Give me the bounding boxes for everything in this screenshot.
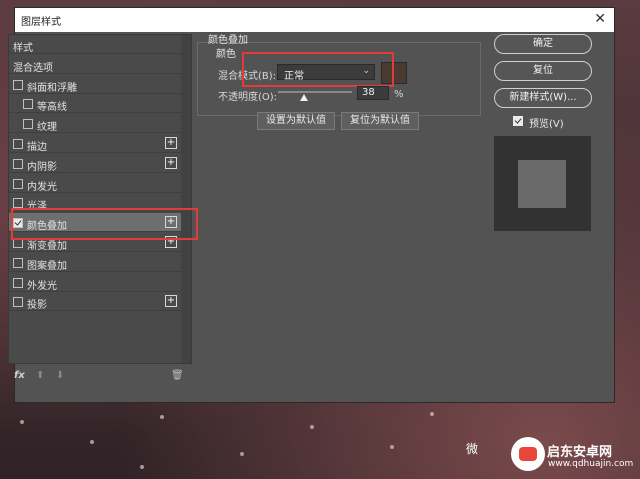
style-preview-swatch xyxy=(518,160,566,208)
add-effect-icon[interactable]: + xyxy=(165,295,177,308)
fx-icon[interactable]: fx xyxy=(14,370,25,381)
style-item-0[interactable]: 样式 xyxy=(9,35,181,54)
opacity-unit: % xyxy=(394,89,404,100)
style-checkbox[interactable] xyxy=(13,257,23,268)
style-checkbox[interactable] xyxy=(13,158,23,169)
style-item-label: 斜面和浮雕 xyxy=(27,82,77,94)
style-item-12[interactable]: 外发光 xyxy=(9,273,181,292)
water-droplet xyxy=(90,440,94,444)
styles-list-panel: 样式 混合选项 斜面和浮雕 等高线 纹理 描边 + 内阴影 + 内发光 光泽 颜色叠加 + 渐变叠加 + 图案… xyxy=(8,34,192,364)
water-droplet xyxy=(430,412,434,416)
style-checkbox[interactable] xyxy=(13,198,23,209)
ok-button[interactable]: 确定 xyxy=(494,34,592,54)
style-item-13[interactable]: 投影 + xyxy=(9,292,181,312)
style-item-3[interactable]: 等高线 xyxy=(9,94,181,114)
group-title: 颜色叠加 xyxy=(208,35,248,46)
style-item-label: 内阴影 xyxy=(27,161,57,173)
style-item-label: 图案叠加 xyxy=(27,260,67,272)
site-watermark: 启东安卓网 www.qdhuajin.com xyxy=(500,437,640,479)
style-item-label: 内发光 xyxy=(27,181,57,193)
highlight-box-style-item xyxy=(11,208,198,240)
dialog-title: 图层样式 xyxy=(21,17,61,28)
opacity-label: 不透明度(O): xyxy=(218,92,278,103)
reset-button[interactable]: 复位 xyxy=(494,61,592,81)
style-item-11[interactable]: 图案叠加 xyxy=(9,253,181,272)
style-item-4[interactable]: 纹理 xyxy=(9,114,181,134)
water-droplet xyxy=(310,425,314,429)
preview-checkbox[interactable] xyxy=(513,116,523,126)
style-item-label: 纹理 xyxy=(37,122,57,134)
watermark-url: www.qdhuajin.com xyxy=(548,459,634,469)
opacity-slider-track[interactable] xyxy=(278,91,352,93)
opacity-input[interactable]: 38 xyxy=(357,86,389,100)
trash-icon[interactable]: 🗑 xyxy=(171,370,184,381)
watermark-name: 启东安卓网 xyxy=(547,445,613,460)
make-default-button[interactable]: 设置为默认值 xyxy=(257,112,335,130)
style-checkbox[interactable] xyxy=(23,99,33,110)
water-droplet xyxy=(140,465,144,469)
add-effect-icon[interactable]: + xyxy=(165,137,177,149)
style-checkbox[interactable] xyxy=(13,79,23,90)
style-checkbox[interactable] xyxy=(13,178,23,189)
wechat-watermark: 微 xyxy=(466,442,479,456)
water-droplet xyxy=(240,452,244,456)
effects-toolbar: fx ⬆ ⬇ 🗑 xyxy=(8,368,190,386)
style-checkbox[interactable] xyxy=(23,119,33,130)
move-down-icon[interactable]: ⬇ xyxy=(56,370,64,381)
add-effect-icon[interactable]: + xyxy=(165,156,177,169)
style-item-label: 外发光 xyxy=(27,280,57,292)
style-checkbox[interactable] xyxy=(13,297,23,308)
title-bar: 图层样式 ✕ xyxy=(15,8,614,32)
close-icon[interactable]: ✕ xyxy=(594,11,606,27)
highlight-box-blend-mode xyxy=(242,52,394,87)
style-item-label: 混合选项 xyxy=(13,62,53,74)
style-item-2[interactable]: 斜面和浮雕 xyxy=(9,75,181,94)
style-item-label: 等高线 xyxy=(37,102,67,114)
style-item-label: 投影 xyxy=(27,300,47,312)
water-droplet xyxy=(20,420,24,424)
water-droplet xyxy=(160,415,164,419)
style-item-1[interactable]: 混合选项 xyxy=(9,55,181,74)
opacity-slider-thumb[interactable] xyxy=(300,94,308,101)
style-checkbox[interactable] xyxy=(13,277,23,288)
move-up-icon[interactable]: ⬆ xyxy=(36,370,44,381)
preview-label: 预览(V) xyxy=(529,119,564,130)
water-droplet xyxy=(390,445,394,449)
android-logo-icon xyxy=(519,447,537,461)
style-checkbox[interactable] xyxy=(13,139,23,149)
color-subtitle: 颜色 xyxy=(216,49,236,60)
new-style-button[interactable]: 新建样式(W)... xyxy=(494,88,592,108)
style-item-6[interactable]: 内阴影 + xyxy=(9,154,181,173)
scrollbar[interactable] xyxy=(181,35,191,363)
style-item-7[interactable]: 内发光 xyxy=(9,174,181,193)
style-item-label: 描边 xyxy=(27,142,47,153)
style-item-5[interactable]: 描边 + xyxy=(9,134,181,153)
style-item-label: 样式 xyxy=(13,43,33,54)
reset-default-button[interactable]: 复位为默认值 xyxy=(341,112,419,130)
